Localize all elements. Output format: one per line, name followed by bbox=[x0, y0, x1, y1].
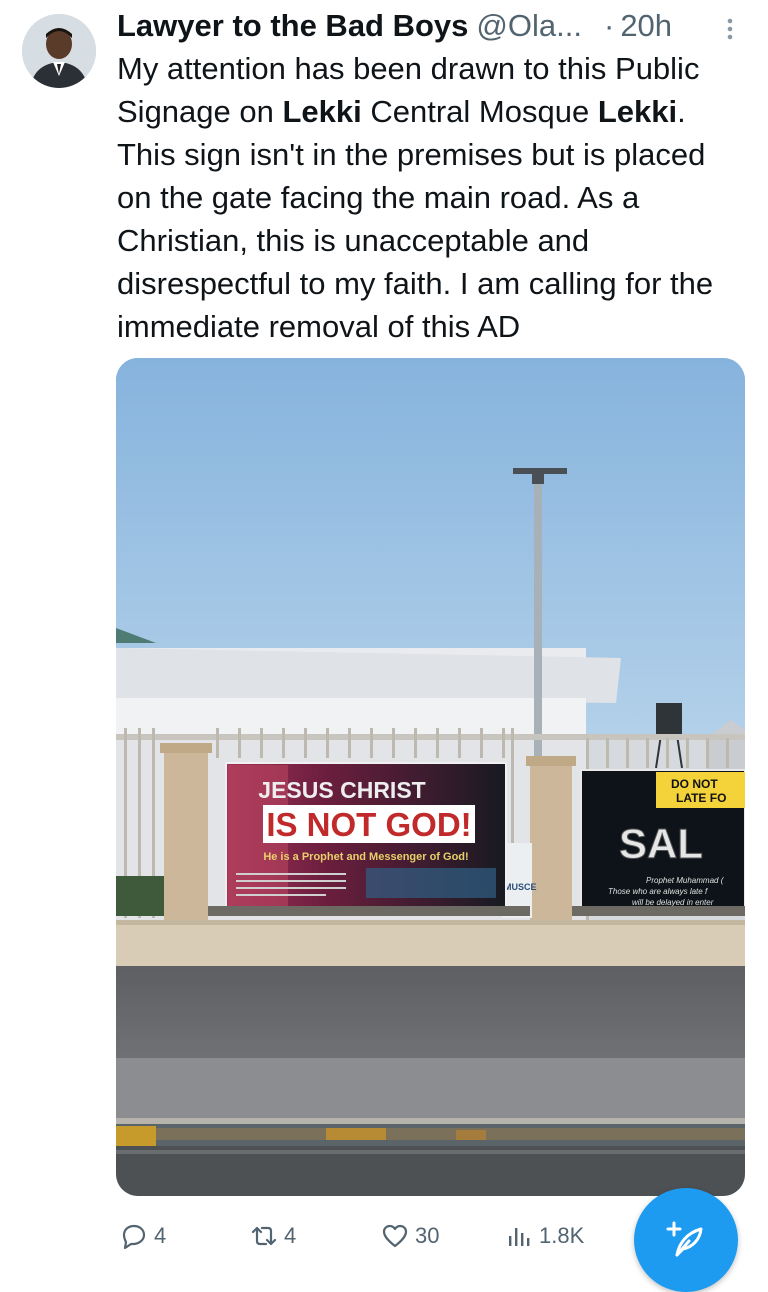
banner2-line-5: Those who are always late f bbox=[608, 887, 708, 896]
author-name[interactable]: Lawyer to the Bad Boys bbox=[117, 8, 468, 44]
banner2-line-4: Prophet Muhammad ( bbox=[646, 876, 725, 885]
repost-button[interactable]: 4 bbox=[250, 1206, 296, 1266]
author-avatar[interactable] bbox=[22, 14, 96, 88]
more-icon[interactable] bbox=[718, 14, 742, 44]
views-icon bbox=[509, 1228, 530, 1246]
banner2-line-6: will be delayed in enter bbox=[632, 898, 714, 907]
banner-line-3: He is a Prophet and Messenger of God! bbox=[263, 851, 468, 863]
tweet-text: My attention has been drawn to this Publ… bbox=[117, 47, 747, 348]
tweet-header: Lawyer to the Bad Boys @Ola... · 20h bbox=[117, 6, 747, 46]
reply-button[interactable]: 4 bbox=[120, 1206, 166, 1266]
author-handle[interactable]: @Ola... bbox=[476, 8, 582, 44]
text-part-2: Central Mosque bbox=[361, 94, 598, 129]
views-button[interactable]: 1.8K bbox=[505, 1206, 584, 1266]
reply-icon bbox=[122, 1224, 146, 1250]
text-bold-2: Lekki bbox=[597, 94, 678, 129]
like-count: 30 bbox=[415, 1223, 440, 1248]
header-separator: · bbox=[603, 8, 615, 43]
like-button[interactable]: 30 bbox=[381, 1206, 439, 1266]
banner2-line-1: DO NOT bbox=[671, 777, 718, 791]
heart-icon bbox=[382, 1224, 408, 1248]
truck-sign-text: MUSCE bbox=[504, 882, 537, 892]
banner-line-1: JESUS CHRIST bbox=[258, 777, 425, 803]
banner-line-2: IS NOT GOD! bbox=[266, 806, 471, 843]
reply-count: 4 bbox=[154, 1223, 167, 1248]
repost-icon bbox=[251, 1226, 277, 1246]
text-part-3: . This sign isn't in the premises but is… bbox=[117, 94, 714, 344]
text-bold-1: Lekki bbox=[282, 94, 362, 129]
banner2-line-3: SAL bbox=[619, 820, 703, 867]
avatar-image bbox=[22, 14, 96, 88]
repost-count: 4 bbox=[284, 1223, 297, 1248]
compose-icon bbox=[666, 1221, 703, 1257]
tweet-photo[interactable]: MUSCE JESUS CHRIST IS NOT GOD! He is a P… bbox=[116, 358, 745, 1196]
banner2-line-2: LATE FO bbox=[676, 791, 726, 805]
tweet-time[interactable]: 20h bbox=[620, 8, 672, 44]
views-count: 1.8K bbox=[539, 1223, 585, 1248]
compose-button[interactable] bbox=[634, 1188, 738, 1292]
